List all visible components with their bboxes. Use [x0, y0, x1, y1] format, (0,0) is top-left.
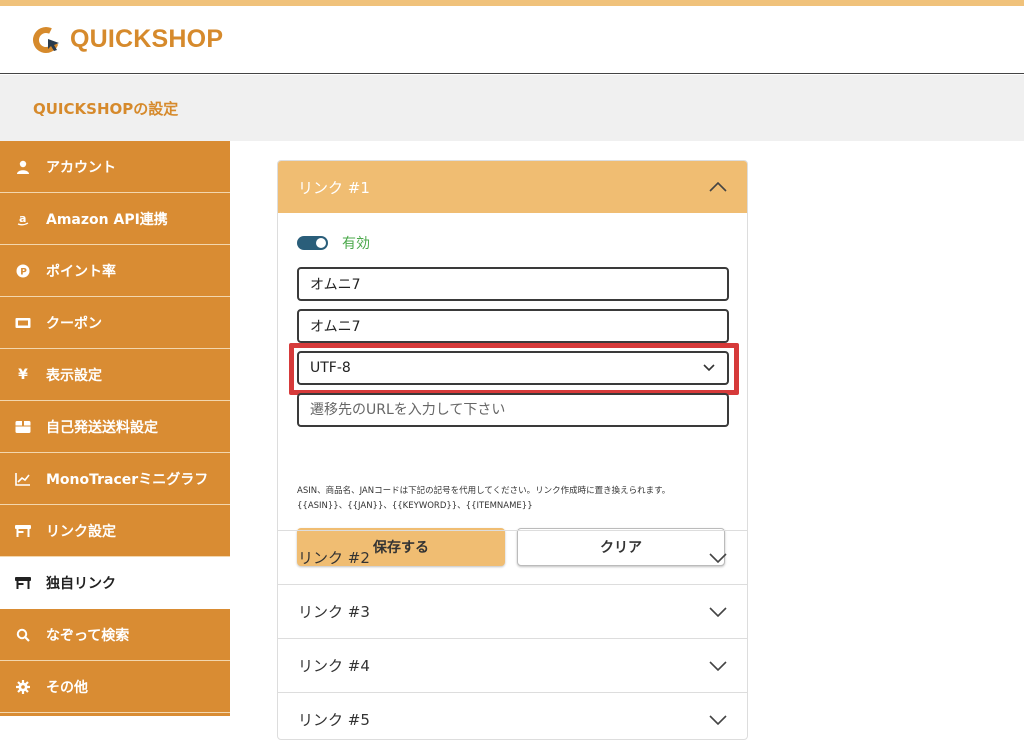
chevron-down-icon	[709, 606, 727, 617]
gear-icon	[14, 678, 32, 696]
enabled-label: 有効	[342, 236, 370, 252]
sidebar-item-label: その他	[46, 679, 88, 696]
user-icon	[14, 158, 32, 176]
sidebar-item-coupon[interactable]: クーポン	[0, 297, 230, 349]
brand-name[interactable]: QUICKSHOP	[70, 25, 223, 54]
link-5-header[interactable]: リンク #5	[278, 692, 747, 739]
quickshop-logo-icon	[33, 26, 59, 53]
help-text-line-1: ASIN、商品名、JANコードは下記の記号を代用してください。リンク作成時に置き…	[297, 486, 671, 496]
sidebar-item-label: ポイント率	[46, 263, 116, 280]
chevron-down-icon	[709, 714, 727, 725]
sidebar-item-points[interactable]: P ポイント率	[0, 245, 230, 297]
sidebar-item-label: クーポン	[46, 315, 102, 332]
link-name-field[interactable]	[297, 267, 729, 301]
svg-text:a: a	[19, 212, 26, 225]
sidebar-item-shipping[interactable]: 自己発送送料設定	[0, 401, 230, 453]
sidebar-item-label: 独自リンク	[46, 575, 116, 592]
help-text: ASIN、商品名、JANコードは下記の記号を代用してください。リンク作成時に置き…	[297, 484, 737, 514]
chevron-down-icon	[703, 364, 715, 372]
url-input[interactable]	[310, 402, 727, 418]
chart-icon	[14, 470, 32, 488]
link-2-title: リンク #2	[298, 549, 370, 567]
url-field[interactable]	[297, 393, 729, 427]
chevron-down-icon	[709, 552, 727, 563]
sidebar-item-label: 表示設定	[46, 367, 102, 384]
box-icon	[14, 418, 32, 436]
custom-links-accordion: リンク #1 有効 UTF-8 ASIN、商品名、JANコードは下記の記号を代用…	[277, 160, 748, 740]
app-header: QUICKSHOP	[0, 6, 1024, 74]
sidebar-item-amazon-api[interactable]: a Amazon API連携	[0, 193, 230, 245]
enabled-toggle[interactable]	[297, 236, 328, 250]
search-icon	[14, 626, 32, 644]
sidebar-item-trace-search[interactable]: なぞって検索	[0, 609, 230, 661]
svg-text:P: P	[20, 267, 27, 277]
link-3-title: リンク #3	[298, 603, 370, 621]
store-icon	[14, 574, 32, 592]
yen-icon: ¥	[18, 366, 28, 383]
settings-subheader: QUICKSHOPの設定	[0, 75, 1024, 141]
link-label-input[interactable]	[310, 318, 727, 334]
points-icon: P	[14, 262, 32, 280]
chevron-down-icon	[709, 660, 727, 671]
sidebar-item-other[interactable]: その他	[0, 661, 230, 713]
sidebar-item-display[interactable]: ¥ 表示設定	[0, 349, 230, 401]
sidebar-item-label: 自己発送送料設定	[46, 419, 158, 436]
enabled-row: 有効	[297, 233, 370, 253]
link-5-title: リンク #5	[298, 711, 370, 729]
sidebar-item-account[interactable]: アカウント	[0, 141, 230, 193]
link-1-header[interactable]: リンク #1	[278, 161, 747, 213]
encoding-select[interactable]: UTF-8	[297, 351, 729, 385]
sidebar-item-custom-link[interactable]: 独自リンク	[0, 557, 230, 609]
sidebar-item-label: MonoTracerミニグラフ	[46, 471, 209, 488]
sidebar-item-link-settings[interactable]: リンク設定	[0, 505, 230, 557]
chevron-up-icon	[709, 182, 727, 192]
sidebar-item-monotracer[interactable]: MonoTracerミニグラフ	[0, 453, 230, 505]
page-title: QUICKSHOPの設定	[33, 99, 179, 118]
link-name-input[interactable]	[310, 276, 727, 292]
store-icon	[14, 522, 32, 540]
link-2-header[interactable]: リンク #2	[278, 530, 747, 584]
sidebar-item-label: Amazon API連携	[46, 211, 168, 228]
link-1-title: リンク #1	[298, 178, 370, 197]
sidebar-item-label: なぞって検索	[46, 627, 130, 644]
help-text-line-2: {{ASIN}}、{{JAN}}、{{KEYWORD}}、{{ITEMNAME}…	[297, 501, 533, 511]
link-4-title: リンク #4	[298, 657, 370, 675]
ticket-icon	[14, 314, 32, 332]
encoding-value: UTF-8	[310, 360, 351, 376]
sidebar: アカウント a Amazon API連携 P ポイント率 クーポン ¥ 表示設定…	[0, 141, 230, 716]
link-4-header[interactable]: リンク #4	[278, 638, 747, 692]
amazon-icon: a	[14, 210, 32, 228]
sidebar-item-label: リンク設定	[46, 523, 116, 540]
link-label-field[interactable]	[297, 309, 729, 343]
link-1-body: 有効 UTF-8 ASIN、商品名、JANコードは下記の記号を代用してください。…	[278, 213, 747, 566]
sidebar-item-label: アカウント	[46, 159, 116, 176]
link-3-header[interactable]: リンク #3	[278, 584, 747, 638]
collapsed-links: リンク #2 リンク #3 リンク #4 リンク #5	[278, 530, 747, 739]
